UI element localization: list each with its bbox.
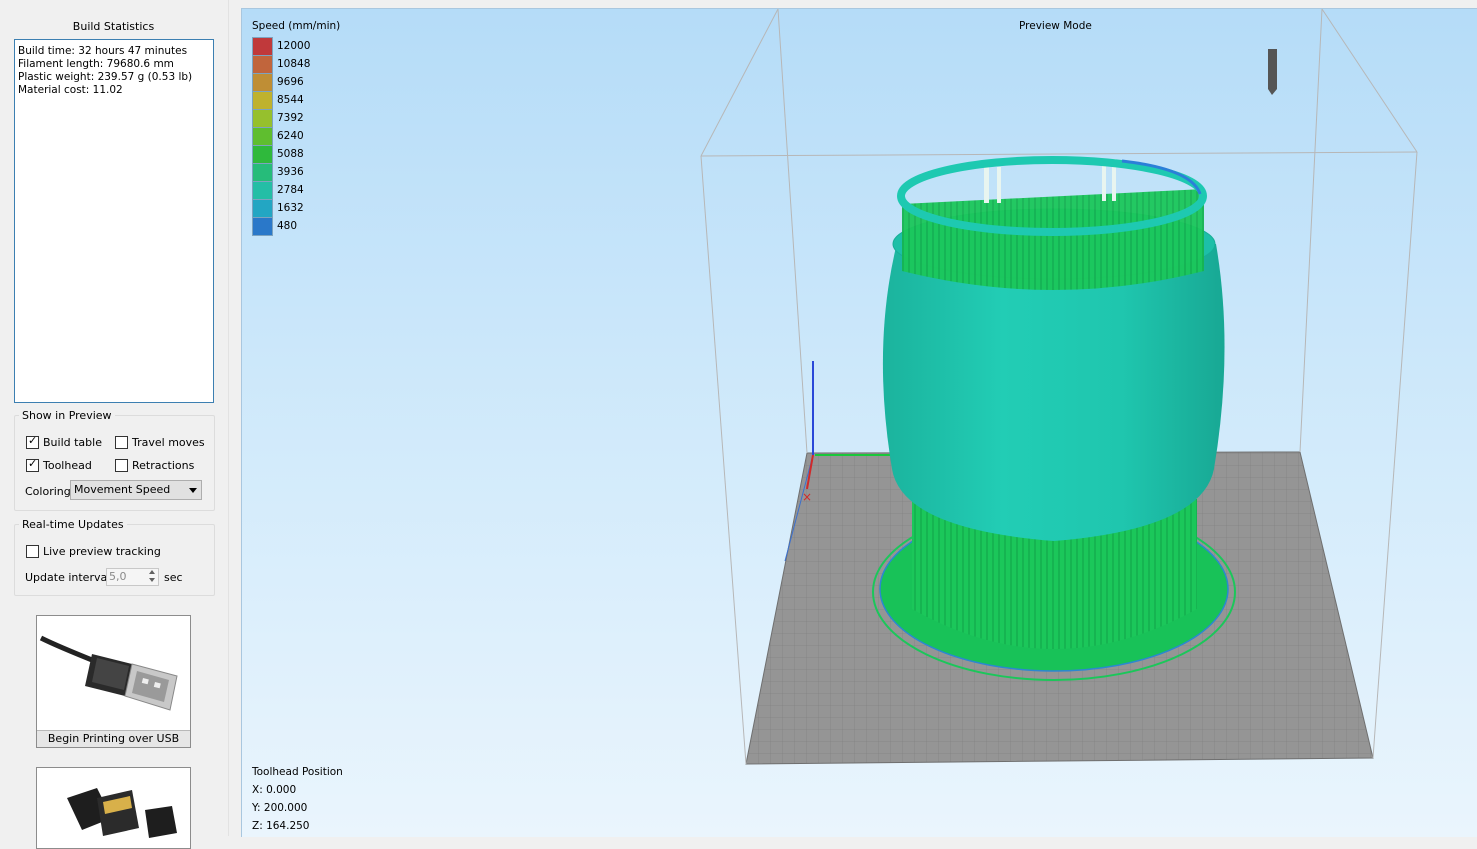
build-statistics-title: Build Statistics [72,20,155,33]
show-in-preview-title: Show in Preview [19,409,115,422]
preview-viewport[interactable]: Preview Mode Speed (mm/min) 12000 10848 … [241,8,1477,837]
toolhead-position-x: X: 0.000 [252,784,297,796]
update-interval-spinbox[interactable]: 5,0 [106,568,159,586]
spin-down-icon[interactable] [149,578,155,582]
begin-usb-print-label: Begin Printing over USB [37,730,190,747]
spin-up-icon[interactable] [149,570,155,574]
chevron-down-icon [189,488,197,493]
live-preview-checkbox[interactable] [26,545,39,558]
begin-usb-print-button[interactable]: Begin Printing over USB [36,615,191,748]
stat-plastic-weight: Plastic weight: 239.57 g (0.53 lb) [18,71,193,83]
update-interval-unit: sec [164,571,183,584]
stat-build-time: Build time: 32 hours 47 minutes [18,45,188,57]
usb-cable-icon [39,635,178,711]
coloring-select-value: Movement Speed [74,483,171,496]
update-interval-value: 5,0 [109,570,127,583]
stat-filament-length: Filament length: 79680.6 mm [18,58,174,70]
stat-material-cost: Material cost: 11.02 [18,84,123,96]
live-preview-label: Live preview tracking [43,545,161,558]
print-preview-scene: × [700,9,1418,765]
update-interval-label: Update interval [25,571,111,584]
toolhead-position-y: Y: 200.000 [252,802,308,814]
coloring-label: Coloring [25,485,71,498]
toolhead-position-title: Toolhead Position [252,766,343,778]
left-panel: Build Statistics Build time: 32 hours 47… [0,0,227,849]
toolhead-checkbox[interactable]: ✓ [26,457,39,472]
svg-text:×: × [802,490,812,504]
retractions-checkbox[interactable] [115,459,128,472]
build-table-checkbox[interactable]: ✓ [26,434,39,449]
travel-moves-checkbox[interactable] [115,436,128,449]
realtime-updates-title: Real-time Updates [19,518,127,531]
sd-card-icon [67,788,177,838]
build-statistics-box[interactable]: Build time: 32 hours 47 minutes Filament… [14,39,214,403]
travel-moves-label: Travel moves [132,436,205,449]
checkmark-icon: ✓ [28,457,38,470]
toolhead-position-z: Z: 164.250 [252,820,310,832]
panel-splitter[interactable] [228,0,241,836]
toolhead-icon [1268,49,1277,95]
checkmark-icon: ✓ [28,434,38,447]
retractions-label: Retractions [132,459,195,472]
toolhead-label: Toolhead [43,459,92,472]
build-table-label: Build table [43,436,102,449]
upper-support-ring [902,189,1204,290]
coloring-select[interactable]: Movement Speed [70,480,202,500]
sd-card-print-button[interactable] [36,767,191,849]
